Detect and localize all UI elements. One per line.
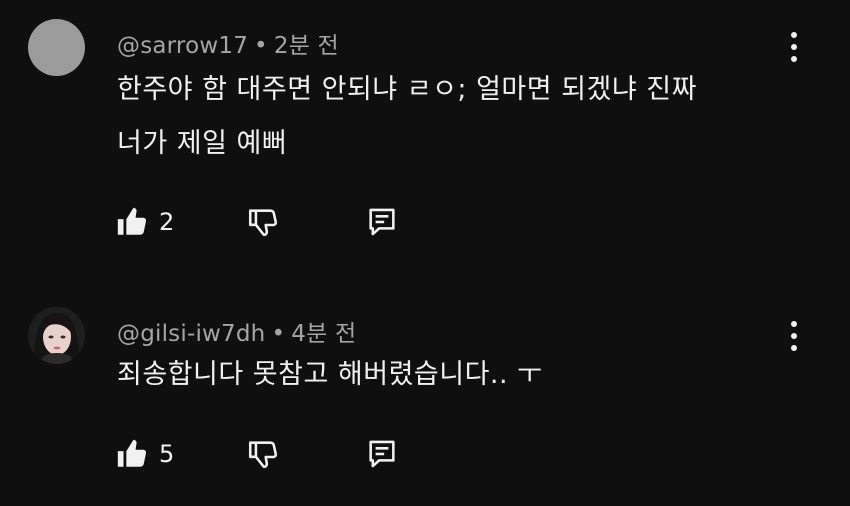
avatar-portrait-image	[28, 307, 85, 364]
comment-2: @gilsi-iw7dh • 4분 전 죄송합니다 못참고 해버렸습니다.. ㅜ 5	[0, 290, 850, 506]
thumbs-down-icon	[248, 209, 278, 237]
comment-actions: 5	[115, 436, 435, 472]
comment-1: @sarrow17 • 2분 전 한주야 함 대주면 안되냐 ㄹㅇ; 얼마면 되겠냐…	[0, 0, 850, 260]
separator-dot: •	[254, 33, 268, 59]
avatar[interactable]	[28, 19, 85, 76]
comment-text-line-1: 죄송합니다 못참고 해버렸습니다.. ㅜ	[117, 359, 543, 390]
timestamp[interactable]: 2분 전	[274, 33, 339, 59]
thumbs-up-icon	[117, 207, 147, 235]
comment-actions: 2	[115, 204, 435, 240]
like-button[interactable]: 2	[115, 204, 174, 240]
more-vertical-icon[interactable]	[782, 319, 806, 353]
reply-icon	[369, 208, 395, 236]
dislike-button[interactable]	[246, 436, 280, 472]
reply-button[interactable]	[365, 204, 399, 240]
avatar[interactable]	[28, 307, 85, 364]
like-count: 5	[159, 440, 175, 468]
reply-button[interactable]	[365, 436, 399, 472]
username[interactable]: @sarrow17	[117, 33, 248, 59]
comment-meta: @sarrow17 • 2분 전	[117, 26, 339, 60]
thumbs-down-icon	[248, 441, 278, 469]
thumbs-up-icon	[117, 439, 147, 467]
like-button[interactable]: 5	[115, 436, 174, 472]
comment-text-line-2: 너가 제일 예뻐	[117, 128, 288, 159]
like-count: 2	[159, 208, 175, 236]
dislike-button[interactable]	[246, 204, 280, 240]
more-vertical-icon[interactable]	[782, 30, 806, 64]
reply-icon	[369, 440, 395, 468]
